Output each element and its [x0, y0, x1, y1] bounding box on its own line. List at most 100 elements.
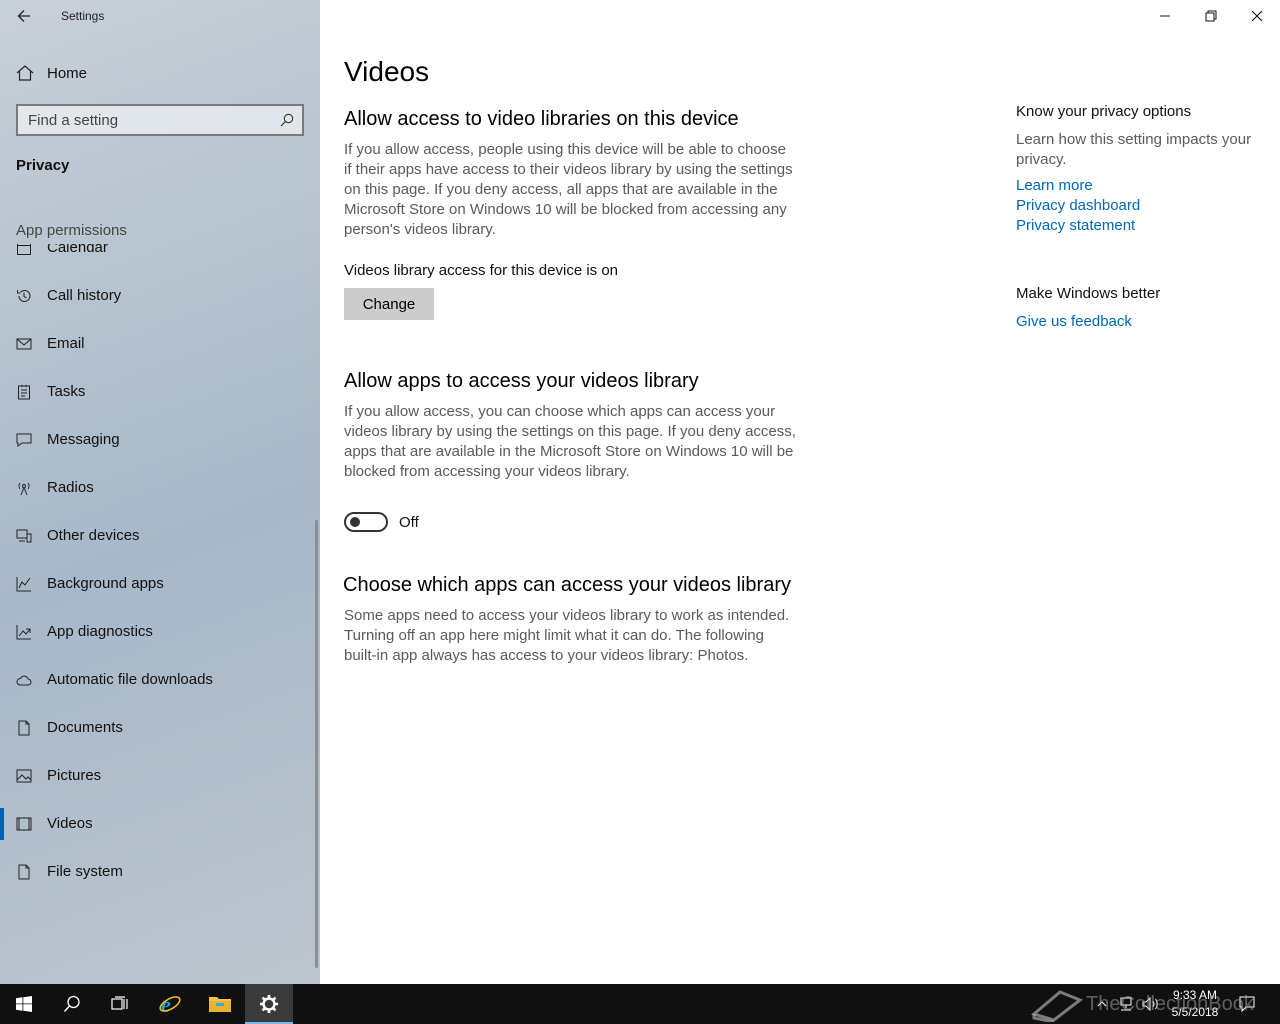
close-icon — [1251, 10, 1263, 22]
minimize-icon — [1160, 15, 1170, 17]
notification-icon — [1239, 996, 1255, 1012]
sidebar-item-documents[interactable]: Documents — [0, 704, 316, 752]
close-button[interactable] — [1234, 0, 1280, 32]
search-icon — [63, 995, 80, 1013]
restore-button[interactable] — [1188, 0, 1234, 32]
back-button[interactable] — [8, 2, 40, 30]
action-center-button[interactable] — [1236, 984, 1258, 1024]
sidebar-item-background-apps[interactable]: Background apps — [0, 560, 316, 608]
sidebar-item-automatic-file-downloads[interactable]: Automatic file downloads — [0, 656, 316, 704]
tray-time: 9:33 AM — [1172, 988, 1218, 1002]
sidebar-item-app-diagnostics[interactable]: App diagnostics — [0, 608, 316, 656]
sidebar-item-label: Documents — [47, 719, 123, 736]
section-title: Privacy — [16, 157, 70, 174]
calendar-icon — [17, 244, 31, 255]
sidebar-item-label: Email — [47, 335, 85, 352]
device-access-status: Videos library access for this device is… — [344, 262, 619, 279]
sidebar-item-label: Pictures — [47, 767, 102, 784]
gear-icon — [260, 995, 278, 1013]
sidebar-item-calendar[interactable]: Calendar — [0, 244, 316, 272]
chevron-up-icon — [1097, 1001, 1107, 1007]
tray-date: 5/5/2018 — [1171, 1005, 1219, 1019]
search-input[interactable] — [18, 106, 268, 134]
main-content: Videos Allow access to video libraries o… — [320, 0, 1280, 984]
toggle-knob — [350, 517, 360, 527]
change-button[interactable]: Change — [344, 288, 434, 320]
sidebar-item-tasks[interactable]: Tasks — [0, 368, 316, 416]
sidebar-item-label: Messaging — [47, 431, 120, 448]
history-icon — [17, 290, 31, 302]
sidebar-item-radios[interactable]: Radios — [0, 464, 316, 512]
section2-description: If you allow access, you can choose whic… — [344, 403, 796, 480]
volume-tray-button[interactable] — [1140, 984, 1162, 1024]
sidebar-item-home[interactable]: Home — [0, 56, 320, 90]
privacy-statement-link[interactable]: Privacy statement — [1016, 217, 1135, 234]
sidebar: Settings Home Privacy App permissions Ca… — [0, 0, 320, 984]
task-view-button[interactable] — [96, 984, 144, 1024]
nav-list-viewport: Calendar Call history Email Tasks Messaging R… — [0, 244, 320, 984]
sidebar-item-label: Calendar — [47, 244, 108, 256]
tasks-icon — [18, 385, 30, 400]
sidebar-item-label: Automatic file downloads — [47, 671, 213, 688]
sidebar-item-email[interactable]: Email — [0, 320, 316, 368]
sidebar-item-label: Videos — [47, 815, 93, 832]
page-title: Videos — [344, 56, 430, 87]
search-icon[interactable] — [280, 113, 294, 127]
sidebar-item-messaging[interactable]: Messaging — [0, 416, 316, 464]
internet-explorer-icon: e — [159, 992, 181, 1016]
start-button[interactable] — [0, 984, 48, 1024]
chart-icon — [16, 577, 31, 592]
search-box[interactable] — [16, 104, 304, 136]
section1-heading: Allow access to video libraries on this … — [344, 108, 739, 130]
settings-taskbar-button[interactable] — [245, 984, 293, 1024]
folder-icon — [209, 997, 231, 1012]
privacy-options-description: Learn how this setting impacts your priv… — [1016, 131, 1252, 168]
apps-access-toggle[interactable] — [344, 512, 388, 532]
search-taskbar-button[interactable] — [48, 984, 96, 1024]
message-icon — [16, 433, 32, 447]
give-feedback-link[interactable]: Give us feedback — [1016, 313, 1132, 330]
toggle-state-label: Off — [399, 514, 419, 531]
title-bar-left: Settings — [0, 0, 320, 32]
sidebar-item-label: Other devices — [47, 527, 140, 544]
group-title: App permissions — [16, 222, 127, 239]
task-view-icon — [111, 996, 128, 1010]
sidebar-item-label: Radios — [47, 479, 94, 496]
devices-icon — [16, 529, 32, 543]
windows-logo-icon — [16, 996, 32, 1012]
tray-clock[interactable]: 9:33 AM 5/5/2018 — [1160, 987, 1230, 1021]
taskbar: e 9:33 AM 5/5/2018 — [0, 984, 1280, 1024]
network-icon — [1120, 997, 1132, 1011]
sidebar-item-label: Call history — [47, 287, 122, 304]
learn-more-link[interactable]: Learn more — [1016, 177, 1093, 194]
make-windows-better-heading: Make Windows better — [1016, 285, 1161, 302]
sidebar-item-label: File system — [47, 863, 123, 880]
section1-description: If you allow access, people using this d… — [344, 141, 793, 238]
file-icon — [18, 864, 30, 880]
document-icon — [18, 720, 30, 736]
privacy-options-heading: Know your privacy options — [1016, 103, 1192, 120]
internet-explorer-button[interactable]: e — [146, 984, 194, 1024]
sidebar-item-other-devices[interactable]: Other devices — [0, 512, 316, 560]
sidebar-scrollbar[interactable] — [315, 520, 318, 968]
sidebar-item-videos[interactable]: Videos — [0, 800, 316, 848]
video-icon — [16, 817, 32, 831]
privacy-dashboard-link[interactable]: Privacy dashboard — [1016, 197, 1140, 214]
cloud-icon — [16, 675, 32, 686]
sidebar-item-call-history[interactable]: Call history — [0, 272, 316, 320]
minimize-button[interactable] — [1142, 0, 1188, 32]
section3-heading: Choose which apps can access your videos… — [343, 574, 791, 596]
sidebar-item-pictures[interactable]: Pictures — [0, 752, 316, 800]
app-title: Settings — [61, 9, 105, 23]
sidebar-item-file-system[interactable]: File system — [0, 848, 316, 896]
picture-icon — [16, 769, 32, 783]
file-explorer-button[interactable] — [196, 984, 244, 1024]
show-hidden-icons-button[interactable] — [1092, 984, 1112, 1024]
back-arrow-icon — [17, 10, 30, 22]
antenna-icon — [18, 482, 30, 496]
mail-icon — [16, 338, 32, 350]
network-tray-button[interactable] — [1116, 984, 1136, 1024]
sidebar-item-label: Background apps — [47, 575, 164, 592]
section3-description: Some apps need to access your videos lib… — [344, 607, 790, 664]
home-label: Home — [47, 65, 88, 82]
